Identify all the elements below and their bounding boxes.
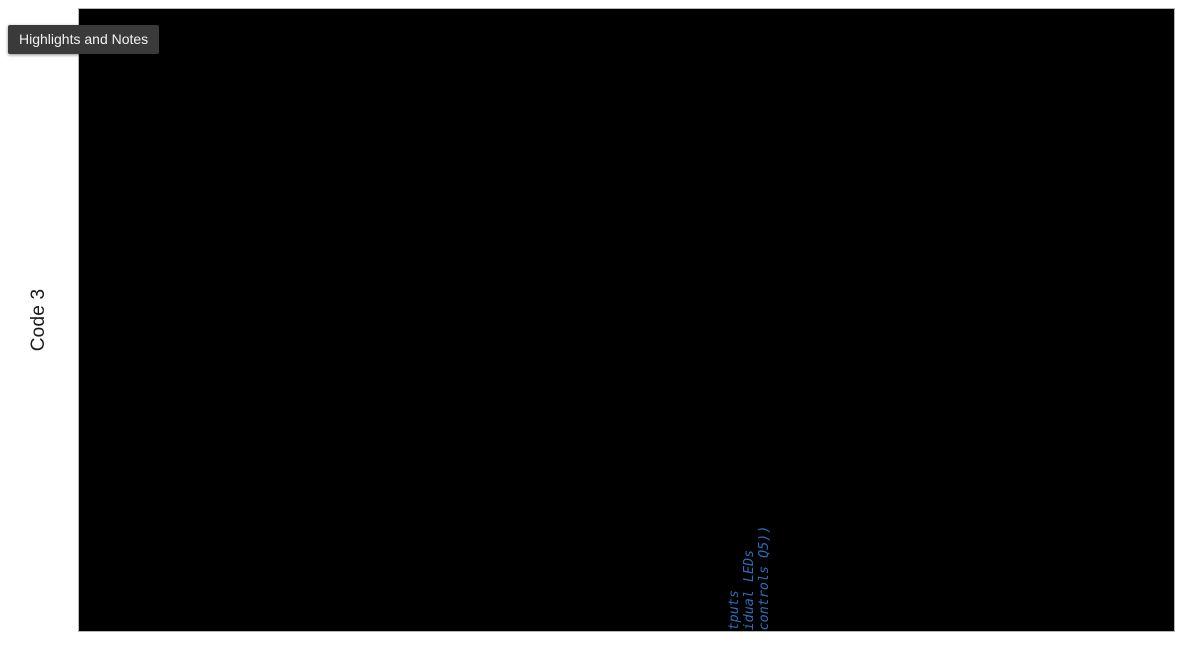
code-line: letter(); xyxy=(894,526,909,631)
code-line: _delay_ms (3*woah); xyxy=(347,526,362,631)
code-line: _delay_ms (woah); xyxy=(378,526,393,631)
code-listing-page: #define F_CPU 3200000UL#include <avr/io.… xyxy=(78,8,1175,632)
code-line: PORTC_OUT = 0b00000001; xyxy=(241,526,256,631)
code-line: { xyxy=(575,526,590,631)
code-line: { xyxy=(438,526,453,631)
code-line: _delay_ms (2*woah); xyxy=(636,526,651,631)
code-line: { xyxy=(818,526,833,631)
code-line: { xyxy=(317,526,332,631)
code-line: void other_letter (void) xyxy=(560,526,575,631)
code-line: { xyxy=(697,526,712,631)
code-line: void setup (void) xyxy=(681,526,696,631)
code-line: other_thing(); xyxy=(469,526,484,631)
code-line: #include <avr/io.h> xyxy=(104,526,119,631)
code-line: #include <util/delay.h> xyxy=(119,526,134,631)
code-line: thing(); xyxy=(605,526,620,631)
code-line: _delay_ms (2*woah); xyxy=(514,526,529,631)
code-line: } xyxy=(393,526,408,631)
code-line: #define F_CPU 3200000UL xyxy=(89,526,104,631)
code-line: #define woah 175 xyxy=(150,526,165,631)
code-line: PORTC_OUT = 0b00000000; xyxy=(332,526,347,631)
code-listing: #define F_CPU 3200000UL#include <avr/io.… xyxy=(89,526,970,631)
code-line: } xyxy=(924,526,939,631)
code-line: thing(); xyxy=(454,526,469,631)
code-line: PORTC_OUT = 0b00000000; xyxy=(211,526,226,631)
code-line: _delay_ms (woah); xyxy=(256,526,271,631)
code-line: void letter (void) xyxy=(423,526,438,631)
code-line: } xyxy=(529,526,544,631)
code-line: thing(); xyxy=(590,526,605,631)
code-line: int main (void) xyxy=(803,526,818,631)
code-line: PORTC_DIR = 0b00000001; // this makes PC… xyxy=(757,526,772,631)
code-line: _delay_ms (woah); xyxy=(226,526,241,631)
code-rotation-wrapper: #define F_CPU 3200000UL#include <avr/io.… xyxy=(79,482,1174,631)
code-line: other_letter(); xyxy=(879,526,894,631)
code-line: } xyxy=(772,526,787,631)
code-line: { xyxy=(195,526,210,631)
code-line: other_thing(); xyxy=(621,526,636,631)
code-line: PORTA_OUT = 0b11000000; // this enables … xyxy=(742,526,757,631)
code-line: _delay_ms (4*woah); xyxy=(909,526,924,631)
code-line: setup(); xyxy=(833,526,848,631)
figure-caption-text: Code 3 xyxy=(28,288,49,352)
code-line: } xyxy=(955,526,970,631)
code-line: PORTC_OUT = 0b00000001; xyxy=(362,526,377,631)
highlights-and-notes-label: Highlights and Notes xyxy=(19,31,149,47)
highlights-and-notes-button[interactable]: Highlights and Notes xyxy=(8,25,160,54)
code-line: PORTA_DIR = 0b11111111; // set up all of… xyxy=(727,526,742,631)
code-line: void other_thing (void) xyxy=(302,526,317,631)
code-line: void thing (void) xyxy=(180,526,195,631)
code-line: while (1) xyxy=(848,526,863,631)
code-line: other_thing(); xyxy=(484,526,499,631)
code-line: { xyxy=(864,526,879,631)
code-line: // setup microcontroller xyxy=(712,526,727,631)
code-line: } xyxy=(651,526,666,631)
code-line: thing(); xyxy=(499,526,514,631)
code-line: } xyxy=(271,526,286,631)
code-line: return (0); xyxy=(940,526,955,631)
page-root: Code 3 #define F_CPU 3200000UL#include <… xyxy=(0,0,1200,669)
figure-caption: Code 3 xyxy=(0,0,78,640)
